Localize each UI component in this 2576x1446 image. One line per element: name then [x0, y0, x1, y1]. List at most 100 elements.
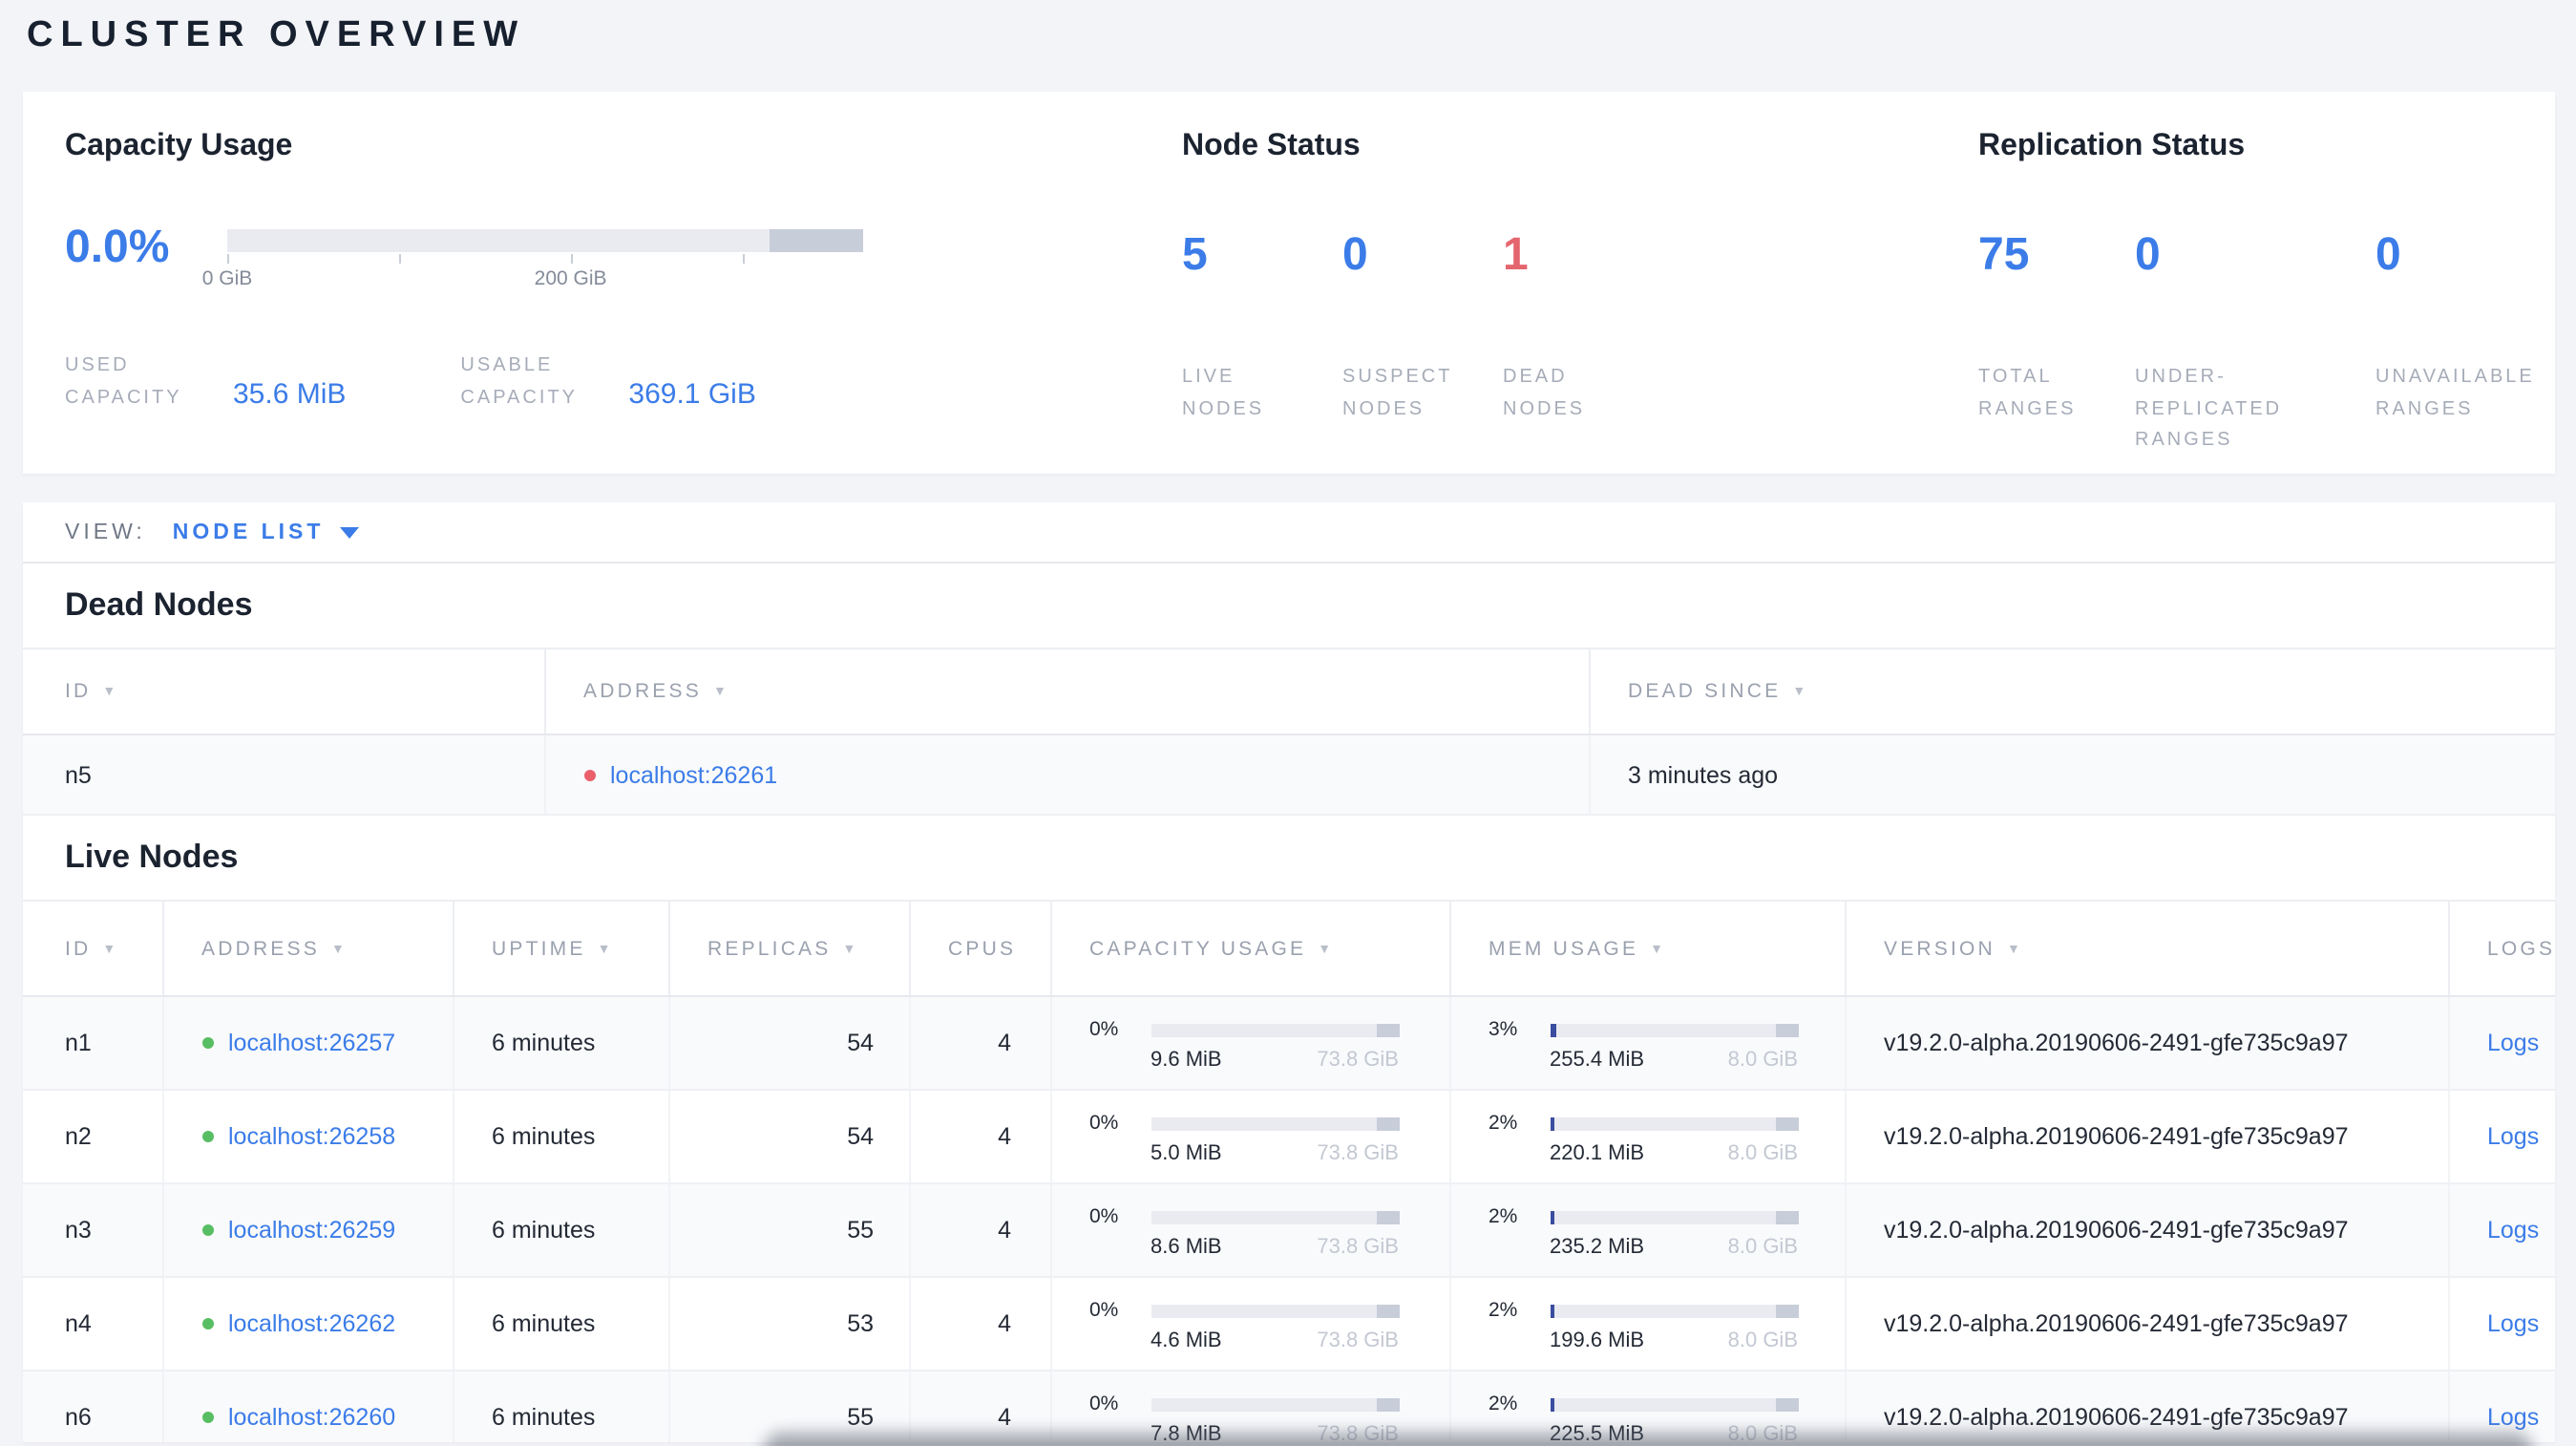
- mem-percent: 3%: [1489, 1018, 1518, 1041]
- node-uptime-cell: 6 minutes: [453, 1277, 669, 1372]
- node-uptime-cell: 6 minutes: [453, 1090, 669, 1184]
- column-label: CAPACITY USAGE: [1089, 937, 1307, 960]
- capacity-used-value: 8.6 MiB: [1151, 1236, 1222, 1259]
- node-version-cell: v19.2.0-alpha.20190606-2491-gfe735c9a97: [1845, 1371, 2449, 1442]
- column-header-capacity-usage[interactable]: CAPACITY USAGE ▼: [1050, 900, 1450, 997]
- view-selector-dropdown[interactable]: NODE LIST: [173, 521, 359, 543]
- column-label: CPUS: [948, 937, 1017, 960]
- dead-nodes-label: DEAD NODES: [1503, 367, 1586, 419]
- live-nodes-heading: Live Nodes: [65, 839, 239, 875]
- live-nodes-label: LIVE NODES: [1182, 367, 1265, 419]
- capacity-usage-widget: 0% 5.0 MiB 73.8 GiB: [1089, 1108, 1447, 1165]
- node-cpus-cell: 4: [909, 1277, 1051, 1372]
- column-header-id[interactable]: ID ▼: [23, 648, 545, 735]
- sort-desc-icon: ▼: [597, 943, 614, 956]
- node-id-cell: n1: [23, 996, 163, 1091]
- column-label: ID: [65, 937, 92, 960]
- node-cpus-cell: 4: [909, 1183, 1051, 1278]
- mem-used-value: 199.6 MiB: [1550, 1329, 1645, 1352]
- node-replicas-cell: 55: [668, 1183, 910, 1278]
- usage-fill: [1550, 1304, 1555, 1317]
- logs-link[interactable]: Logs: [2487, 1030, 2539, 1056]
- capacity-reserved-segment: [770, 229, 863, 252]
- node-capacity-cell: 0% 4.6 MiB 73.8 GiB: [1050, 1277, 1450, 1372]
- capacity-usage-bar: [1151, 1023, 1399, 1036]
- node-version-cell: v19.2.0-alpha.20190606-2491-gfe735c9a97: [1845, 1090, 2449, 1184]
- cluster-summary-card: Capacity Usage 0.0% 0 GiB 200 GiB USED C…: [23, 92, 2555, 474]
- usage-bar-row: 0%: [1089, 1018, 1447, 1041]
- suspect-nodes-label: SUSPECT NODES: [1342, 367, 1453, 419]
- node-address-link[interactable]: localhost:26261: [610, 761, 777, 788]
- capacity-percent: 0%: [1089, 1205, 1119, 1228]
- mem-percent: 2%: [1489, 1112, 1518, 1135]
- logs-link[interactable]: Logs: [2487, 1404, 2539, 1431]
- sort-desc-icon: ▼: [712, 686, 729, 699]
- capacity-usage-bar: [1151, 1304, 1399, 1317]
- usage-values-row: 220.1 MiB 8.0 GiB: [1550, 1142, 1798, 1165]
- page-title: CLUSTER OVERVIEW: [27, 15, 526, 55]
- unavailable-ranges-stat: 0 UNAVAILABLE RANGES: [2375, 232, 2566, 457]
- column-label: LOGS: [2487, 937, 2555, 960]
- logs-link[interactable]: Logs: [2487, 1123, 2539, 1150]
- node-address-link[interactable]: localhost:26258: [228, 1123, 395, 1150]
- replication-status-title: Replication Status: [1978, 130, 2246, 162]
- column-header-replicas[interactable]: REPLICAS ▼: [668, 900, 910, 997]
- total-ranges-stat: 75 TOTAL RANGES: [1978, 229, 2135, 457]
- under-replicated-ranges-stat: 0 UNDER-REPLICATED RANGES: [2135, 232, 2375, 457]
- mem-percent: 2%: [1489, 1299, 1518, 1322]
- bar-reserved-segment: [1775, 1397, 1798, 1411]
- node-address-link[interactable]: localhost:26262: [228, 1310, 395, 1337]
- node-address-link[interactable]: localhost:26257: [228, 1030, 395, 1056]
- column-header-address[interactable]: ADDRESS ▼: [162, 900, 454, 997]
- live-node-row: n1 localhost:26257 6 minutes 54 4 0% 9.6…: [23, 996, 2555, 1091]
- mem-used-value: 220.1 MiB: [1550, 1142, 1645, 1165]
- dead-nodes-heading: Dead Nodes: [65, 586, 253, 623]
- node-address-link[interactable]: localhost:26260: [228, 1404, 395, 1431]
- capacity-percent: 0%: [1089, 1299, 1119, 1322]
- sort-desc-icon: ▼: [1318, 943, 1335, 956]
- node-logs-cell: Logs: [2448, 1183, 2555, 1278]
- replication-stats: 75 TOTAL RANGES 0 UNDER-REPLICATED RANGE…: [1978, 229, 2566, 457]
- dead-nodes-table: ID ▼ ADDRESS ▼ DEAD SINCE ▼ n5 localhost:26…: [23, 648, 2555, 816]
- mem-total-value: 8.0 GiB: [1727, 1236, 1798, 1259]
- usage-values-row: 8.6 MiB 73.8 GiB: [1151, 1236, 1399, 1259]
- node-address-link[interactable]: localhost:26259: [228, 1217, 395, 1244]
- mem-usage-widget: 2% 199.6 MiB 8.0 GiB: [1489, 1295, 1843, 1352]
- column-header-mem-usage[interactable]: MEM USAGE ▼: [1449, 900, 1846, 997]
- node-id-cell: n2: [23, 1090, 163, 1184]
- logs-link[interactable]: Logs: [2487, 1217, 2539, 1244]
- usage-values-row: 9.6 MiB 73.8 GiB: [1151, 1049, 1399, 1072]
- node-status-title: Node Status: [1182, 130, 1361, 162]
- bar-reserved-segment: [1376, 1304, 1399, 1317]
- capacity-total-value: 73.8 GiB: [1317, 1236, 1399, 1259]
- node-mem-cell: 2% 225.5 MiB 8.0 GiB: [1449, 1371, 1846, 1442]
- bar-reserved-segment: [1376, 1023, 1399, 1036]
- column-header-dead-since[interactable]: DEAD SINCE ▼: [1589, 648, 2555, 735]
- node-mem-cell: 2% 199.6 MiB 8.0 GiB: [1449, 1277, 1846, 1372]
- axis-tick-label: 200 GiB: [534, 267, 607, 290]
- node-logs-cell: Logs: [2448, 1371, 2555, 1442]
- node-capacity-cell: 0% 8.6 MiB 73.8 GiB: [1050, 1183, 1450, 1278]
- usable-capacity-value: 369.1 GiB: [628, 378, 756, 411]
- usage-values-row: 255.4 MiB 8.0 GiB: [1550, 1049, 1798, 1072]
- suspect-nodes-count: 0: [1342, 229, 1368, 281]
- usage-bar-row: 0%: [1089, 1393, 1447, 1415]
- column-header-id[interactable]: ID ▼: [23, 900, 163, 997]
- live-node-row: n4 localhost:26262 6 minutes 53 4 0% 4.6…: [23, 1277, 2555, 1372]
- usable-capacity-stat: USABLE CAPACITY 369.1 GiB: [460, 351, 755, 415]
- capacity-usage-widget: 0% 4.6 MiB 73.8 GiB: [1089, 1295, 1447, 1352]
- usable-capacity-label: USABLE CAPACITY: [460, 355, 578, 408]
- capacity-percent: 0%: [1089, 1393, 1119, 1415]
- logs-link[interactable]: Logs: [2487, 1310, 2539, 1337]
- column-header-version[interactable]: VERSION ▼: [1845, 900, 2449, 997]
- mem-usage-bar: [1550, 1397, 1798, 1411]
- column-header-uptime[interactable]: UPTIME ▼: [453, 900, 669, 997]
- column-header-cpus[interactable]: CPUS: [909, 900, 1051, 997]
- node-address-cell: localhost:26261: [544, 734, 1590, 816]
- node-status-section: Node Status 5 LIVE NODES 0 SUSPECT NODES…: [1182, 130, 1663, 426]
- bar-reserved-segment: [1775, 1210, 1798, 1223]
- total-ranges-count: 75: [1978, 229, 2030, 281]
- total-ranges-label: TOTAL RANGES: [1978, 367, 2077, 419]
- column-header-address[interactable]: ADDRESS ▼: [544, 648, 1590, 735]
- chevron-down-icon: [339, 526, 359, 538]
